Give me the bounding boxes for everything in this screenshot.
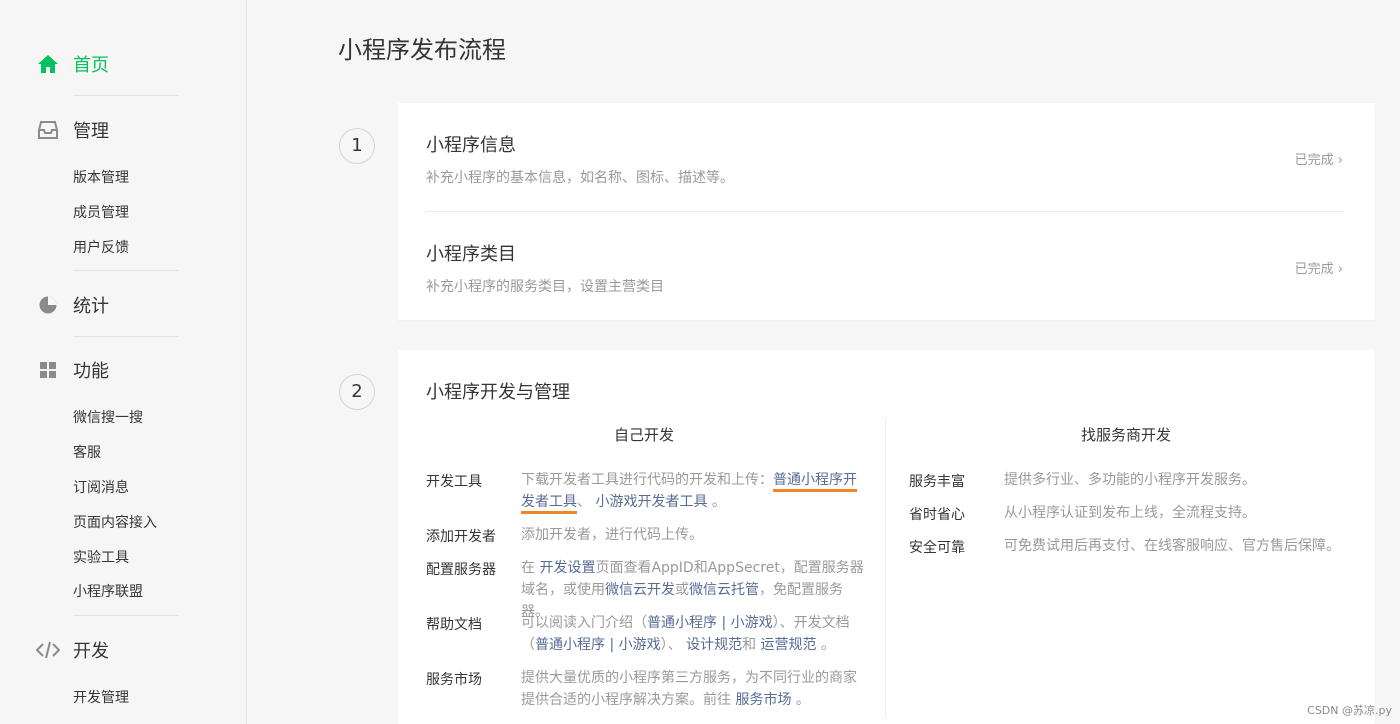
row-label: 帮助文档 bbox=[426, 617, 482, 633]
nav-dev-label: 开发 bbox=[73, 641, 109, 662]
row-text: 提供多行业、多功能的小程序开发服务。 bbox=[1004, 472, 1256, 488]
nav-item-service[interactable]: 客服 bbox=[73, 442, 101, 462]
nav-features[interactable]: 功能 bbox=[36, 357, 109, 383]
row-text: 从小程序认证到发布上线，全流程支持。 bbox=[1004, 505, 1256, 521]
item-desc: 补充小程序的服务类目，设置主营类目 bbox=[426, 279, 664, 295]
nav-item-feedback[interactable]: 用户反馈 bbox=[73, 237, 129, 257]
tool-link-miniprogram[interactable]: 普通小程序开 bbox=[773, 472, 857, 492]
cloud-hosting-link[interactable]: 微信云托管 bbox=[689, 582, 759, 598]
step1-card: 小程序信息 补充小程序的基本信息，如名称、图标、描述等。 已完成 › 小程序类目… bbox=[398, 103, 1375, 320]
row-text-part: 。 bbox=[795, 692, 810, 708]
row-text-part: 和 bbox=[742, 637, 757, 653]
nav-divider bbox=[73, 336, 179, 337]
row-label: 配置服务器 bbox=[426, 562, 496, 578]
status-link[interactable]: 已完成 › bbox=[1295, 258, 1343, 277]
nav-item-search[interactable]: 微信搜一搜 bbox=[73, 407, 143, 427]
intro-link[interactable]: 普通小程序 | 小游戏 bbox=[647, 615, 773, 631]
dev-settings-link[interactable]: 开发设置 bbox=[539, 560, 595, 576]
cloud-dev-link[interactable]: 微信云开发 bbox=[605, 582, 675, 598]
row-text-part: 下载开发者工具进行代码的开发和上传： bbox=[521, 472, 773, 488]
tool-link-miniprogram-cont[interactable]: 发者工具 bbox=[521, 494, 577, 514]
nav-item-subscribe[interactable]: 订阅消息 bbox=[73, 477, 129, 497]
row-text: 可以阅读入门介绍（普通小程序 | 小游戏）、开发文档（普通小程序 | 小游戏）、… bbox=[521, 612, 866, 656]
inbox-icon bbox=[36, 118, 60, 142]
watermark: CSDN @苏凉.py bbox=[1307, 704, 1392, 717]
row-label: 服务丰富 bbox=[909, 474, 965, 490]
tool-link-minigame[interactable]: 小游戏开发者工具 bbox=[595, 494, 707, 510]
row-text-part: ）、 bbox=[660, 637, 682, 653]
nav-item-content[interactable]: 页面内容接入 bbox=[73, 512, 157, 532]
nav-features-label: 功能 bbox=[73, 361, 109, 382]
row-label: 省时省心 bbox=[909, 507, 965, 523]
nav-divider bbox=[73, 270, 179, 271]
status-label: 已完成 bbox=[1294, 153, 1334, 168]
nav-stats-label: 统计 bbox=[73, 296, 109, 317]
sidebar: 首页 管理 版本管理 成员管理 用户反馈 统计 功能 微信搜一搜 客服 订阅消息… bbox=[0, 0, 247, 724]
row-label: 服务市场 bbox=[426, 672, 482, 688]
nav-item-members[interactable]: 成员管理 bbox=[73, 202, 129, 222]
row-label: 添加开发者 bbox=[426, 529, 496, 545]
row-text-part: 在 bbox=[521, 560, 535, 576]
ops-spec-link[interactable]: 运营规范 bbox=[761, 637, 817, 653]
page-title: 小程序发布流程 bbox=[338, 36, 506, 64]
status-label: 已完成 bbox=[1294, 262, 1334, 277]
chevron-right-icon: › bbox=[1337, 153, 1343, 168]
dev-docs-link[interactable]: 普通小程序 | 小游戏 bbox=[535, 637, 661, 653]
grid-icon bbox=[36, 358, 60, 382]
row-label: 安全可靠 bbox=[909, 540, 965, 556]
home-icon bbox=[36, 52, 60, 76]
row-label: 开发工具 bbox=[426, 474, 482, 490]
column-separator bbox=[885, 418, 886, 718]
nav-dev[interactable]: 开发 bbox=[36, 637, 109, 663]
row-text-part: 或 bbox=[675, 582, 689, 598]
nav-home[interactable]: 首页 bbox=[36, 51, 109, 77]
section-title: 小程序开发与管理 bbox=[426, 382, 570, 403]
row-text: 提供大量优质的小程序第三方服务，为不同行业的商家提供合适的小程序解决方案。前往 … bbox=[521, 667, 866, 711]
self-dev-title: 自己开发 bbox=[613, 426, 674, 444]
nav-item-alliance[interactable]: 小程序联盟 bbox=[73, 581, 143, 601]
nav-manage[interactable]: 管理 bbox=[36, 117, 109, 143]
service-market-link[interactable]: 服务市场 bbox=[735, 692, 791, 708]
nav-item-experiment[interactable]: 实验工具 bbox=[73, 547, 129, 567]
row-text: 下载开发者工具进行代码的开发和上传：普通小程序开发者工具、 小游戏开发者工具 。 bbox=[521, 469, 866, 514]
row-text-part: 。 bbox=[820, 637, 835, 653]
row-text: 可免费试用后再支付、在线客服响应、官方售后保障。 bbox=[1004, 538, 1340, 554]
nav-divider bbox=[73, 95, 179, 96]
item-title: 小程序信息 bbox=[426, 135, 516, 156]
nav-stats[interactable]: 统计 bbox=[36, 292, 109, 318]
chevron-right-icon: › bbox=[1337, 262, 1343, 277]
provider-title: 找服务商开发 bbox=[1080, 426, 1171, 444]
step2-card: 小程序开发与管理 自己开发 找服务商开发 开发工具 下载开发者工具进行代码的开发… bbox=[398, 350, 1375, 724]
row-text-part: 、 bbox=[577, 494, 591, 510]
row-text-part: 可以阅读入门介绍（ bbox=[521, 615, 647, 631]
pie-chart-icon bbox=[36, 293, 60, 317]
step-number: 1 bbox=[339, 128, 375, 164]
row-text-part: 。 bbox=[711, 494, 726, 510]
nav-divider bbox=[73, 615, 179, 616]
item-title: 小程序类目 bbox=[426, 244, 516, 265]
code-icon bbox=[36, 638, 60, 662]
nav-item-version[interactable]: 版本管理 bbox=[73, 167, 129, 187]
status-link[interactable]: 已完成 › bbox=[1295, 149, 1343, 168]
nav-home-label: 首页 bbox=[73, 55, 109, 76]
step-number: 2 bbox=[339, 374, 375, 410]
item-desc: 补充小程序的基本信息，如名称、图标、描述等。 bbox=[426, 170, 734, 186]
nav-item-dev-manage[interactable]: 开发管理 bbox=[73, 687, 129, 707]
card-divider bbox=[426, 211, 1345, 212]
row-text: 添加开发者，进行代码上传。 bbox=[521, 527, 703, 543]
design-spec-link[interactable]: 设计规范 bbox=[686, 637, 742, 653]
nav-manage-label: 管理 bbox=[73, 121, 109, 142]
